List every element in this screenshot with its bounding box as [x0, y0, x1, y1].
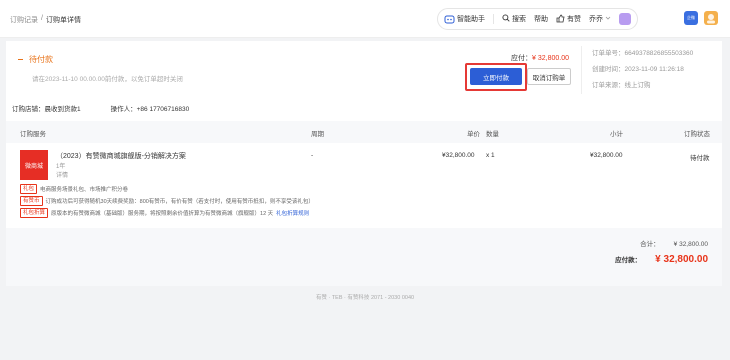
table-row: 微商城 （2023）有赞微商城旗舰版-分销解决方案 1年 详情 - ¥32,80… [6, 144, 722, 224]
search-icon [502, 14, 510, 24]
benefit-line-convert: 礼包折算 原版本的有赞微商城（基础版）服务期，将按照剩余价值折算为有赞微商城（旗… [20, 208, 309, 218]
operator-info: 操作人：+86 17706716830 [110, 106, 190, 113]
user-name: 乔乔 [589, 16, 603, 23]
product-image: 微商城 [20, 150, 48, 180]
app-icon-purple[interactable] [619, 13, 631, 25]
youzan-brand-button[interactable]: 有赞 [556, 14, 581, 25]
col-qty: 数量 [486, 131, 499, 138]
order-meta: 订单单号：6649378826855503360 创建时间：2023-11-09… [592, 46, 693, 94]
benefit-tag: 礼包折算 [20, 208, 49, 218]
benefit-text: 原版本的有赞微商城（基础版）服务期，将按照剩余价值折算为有赞微商城（旗舰版）12… [51, 211, 274, 217]
col-period: 周期 [311, 131, 324, 138]
avatar-icon [707, 14, 715, 24]
vertical-divider [581, 46, 582, 94]
order-summary: 合计： ¥ 32,800.00 应付款： ¥ 32,800.00 [6, 228, 722, 286]
assistant-label: 智能助手 [457, 16, 485, 23]
smart-assistant-button[interactable]: 智能助手 [444, 14, 485, 25]
thumbs-up-icon [556, 14, 565, 25]
search-label: 搜索 [512, 16, 526, 23]
product-subinfo: 1年 详情 [56, 163, 68, 181]
page-footer: 有赞 · TEB · 有赞科技 2071 - 2030 0040 [315, 295, 415, 301]
help-label: 帮助 [534, 16, 548, 23]
benefit-text: 订购成功后可获得随机30天续费奖励：800有赞币，有价有赞（若支付时，使用有赞币… [45, 199, 314, 205]
created-time-row: 创建时间：2023-11-09 11:26:18 [592, 66, 684, 73]
payable-label: 应付： [511, 55, 532, 62]
row-qty: x 1 [486, 152, 495, 159]
breadcrumb: 订购记录 / 订购单详情 [10, 15, 81, 25]
order-status-section: 待付款 请在2023-11-10 00.00.00前付款，以免订单超时关闭 应付… [6, 41, 722, 97]
due-label: 应付款： [615, 257, 642, 264]
toolbar-divider [493, 14, 494, 24]
row-subtotal: ¥32,800.00 [590, 152, 623, 159]
row-status: 待付款 [690, 155, 710, 162]
breadcrumb-parent[interactable]: 订购记录 [10, 15, 38, 25]
avatar[interactable] [704, 11, 718, 25]
table-header: 订购服务 周期 单价 数量 小计 订购状态 [6, 121, 722, 143]
top-bar: 订购记录 / 订购单详情 智能助手 搜索 帮助 有赞 乔乔 企微 [0, 0, 730, 38]
product-detail-link[interactable]: 详情 [56, 172, 68, 181]
row-period: - [311, 152, 314, 159]
total-value: ¥ 32,800.00 [673, 241, 708, 248]
row-price: ¥32,800.00 [442, 152, 475, 159]
total-label: 合计： [640, 241, 660, 248]
payable-value: ¥ 32,800.00 [532, 55, 569, 62]
benefit-tag: 有赞币 [20, 196, 43, 206]
order-source-row: 订单来源：线上订购 [592, 82, 651, 89]
product-term: 1年 [56, 164, 66, 170]
order-info-row: 订购店铺：晨收到货款1 操作人：+86 17706716830 [12, 103, 189, 113]
cancel-order-button[interactable]: 取消订购单 [527, 68, 571, 85]
wecom-label: 企微 [687, 15, 695, 20]
brand-label: 有赞 [567, 16, 581, 23]
order-detail-card: 待付款 请在2023-11-10 00.00.00前付款，以免订单超时关闭 应付… [6, 41, 722, 286]
benefit-tag: 礼包 [20, 184, 38, 194]
chevron-down-icon [605, 15, 611, 23]
breadcrumb-separator: / [41, 15, 43, 22]
product-name: （2023）有赞微商城旗舰版-分销解决方案 [56, 153, 186, 160]
search-button[interactable]: 搜索 [502, 14, 526, 24]
total-row: 合计： ¥ 32,800.00 [640, 238, 708, 248]
due-value: ¥ 32,800.00 [655, 254, 708, 265]
shop-info: 订购店铺：晨收到货款1 [12, 106, 81, 113]
benefit-line-gift: 礼包 电商服务场景礼包、市场推广积分卷 [20, 184, 128, 194]
benefit-line-coin: 有赞币 订购成功后可获得随机30天续费奖励：800有赞币，有价有赞（若支付时，使… [20, 196, 314, 206]
status-title: 待付款 [18, 54, 183, 65]
pay-now-button[interactable]: 立即付款 [470, 68, 522, 85]
help-button[interactable]: 帮助 [534, 14, 548, 24]
breadcrumb-current: 订购单详情 [45, 17, 81, 24]
payable-amount: 应付：¥ 32,800.00 [511, 53, 569, 63]
order-number-row: 订单单号：6649378826855503360 [592, 50, 694, 57]
convert-rules-link[interactable]: 礼包折算规则 [276, 209, 309, 217]
due-row: 应付款： ¥ 32,800.00 [615, 254, 708, 265]
col-service: 订购服务 [20, 131, 46, 138]
wecom-app-button[interactable]: 企微 [684, 11, 698, 25]
col-subtotal: 小计 [610, 131, 623, 138]
toolbar: 智能助手 搜索 帮助 有赞 乔乔 [437, 8, 638, 30]
user-menu[interactable]: 乔乔 [589, 14, 611, 24]
assistant-icon [444, 14, 455, 25]
col-status: 订购状态 [684, 131, 710, 138]
status-description: 请在2023-11-10 00.00.00前付款，以免订单超时关闭 [32, 76, 183, 83]
col-price: 单价 [467, 131, 480, 138]
benefit-text: 电商服务场景礼包、市场推广积分卷 [40, 187, 129, 193]
status-dash-icon [18, 59, 23, 60]
status-text: 待付款 [29, 55, 53, 64]
grid-app-icon [619, 13, 631, 25]
